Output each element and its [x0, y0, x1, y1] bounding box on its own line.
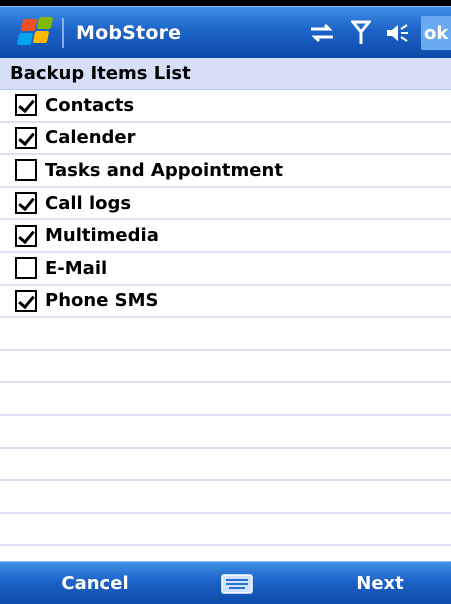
list-item-label: Phone SMS [45, 290, 159, 312]
checkbox-checked[interactable] [15, 224, 37, 247]
empty-ruled-line [0, 416, 451, 449]
list-item-label: Multimedia [45, 225, 159, 247]
checkbox-checked[interactable] [15, 126, 37, 149]
windows-start-icon[interactable] [12, 13, 56, 53]
list-item[interactable]: Calender [0, 123, 451, 156]
signal-icon[interactable] [351, 19, 371, 47]
list-item[interactable]: E-Mail [0, 253, 451, 286]
content-area: Backup Items List Contacts Calender Tasks … [0, 58, 451, 561]
list-item[interactable]: Multimedia [0, 220, 451, 253]
cancel-softkey[interactable]: Cancel [40, 562, 150, 604]
title-bar: MobStore ok [0, 6, 451, 58]
list-item[interactable]: Tasks and Appointment [0, 155, 451, 188]
list-item[interactable]: Phone SMS [0, 286, 451, 319]
list-item-label: Tasks and Appointment [45, 159, 283, 181]
empty-ruled-line [0, 351, 451, 384]
backup-items-list: Contacts Calender Tasks and Appointment Cal… [0, 90, 451, 547]
empty-ruled-line [0, 514, 451, 547]
list-header: Backup Items List [0, 58, 451, 90]
checkbox-unchecked[interactable] [15, 257, 37, 280]
speaker-icon[interactable] [385, 21, 411, 45]
app-title: MobStore [76, 21, 182, 44]
sync-icon[interactable] [309, 22, 335, 44]
list-item-label: Calender [45, 127, 136, 149]
list-item-label: E-Mail [45, 257, 108, 279]
list-item[interactable]: Contacts [0, 90, 451, 123]
softkey-bar: Cancel Next [0, 561, 451, 604]
status-icons: ok [309, 7, 451, 59]
keyboard-icon[interactable] [221, 574, 253, 594]
ok-button[interactable]: ok [421, 16, 451, 50]
checkbox-checked[interactable] [15, 94, 37, 117]
empty-ruled-line [0, 318, 451, 351]
checkbox-checked[interactable] [15, 192, 37, 215]
checkbox-unchecked[interactable] [15, 159, 37, 182]
checkbox-checked[interactable] [15, 289, 37, 312]
title-separator [62, 17, 64, 48]
list-item-label: Call logs [45, 192, 132, 214]
empty-ruled-line [0, 383, 451, 416]
empty-ruled-line [0, 481, 451, 514]
empty-ruled-line [0, 449, 451, 482]
list-item-label: Contacts [45, 94, 135, 116]
list-item[interactable]: Call logs [0, 188, 451, 221]
next-softkey[interactable]: Next [330, 562, 430, 604]
